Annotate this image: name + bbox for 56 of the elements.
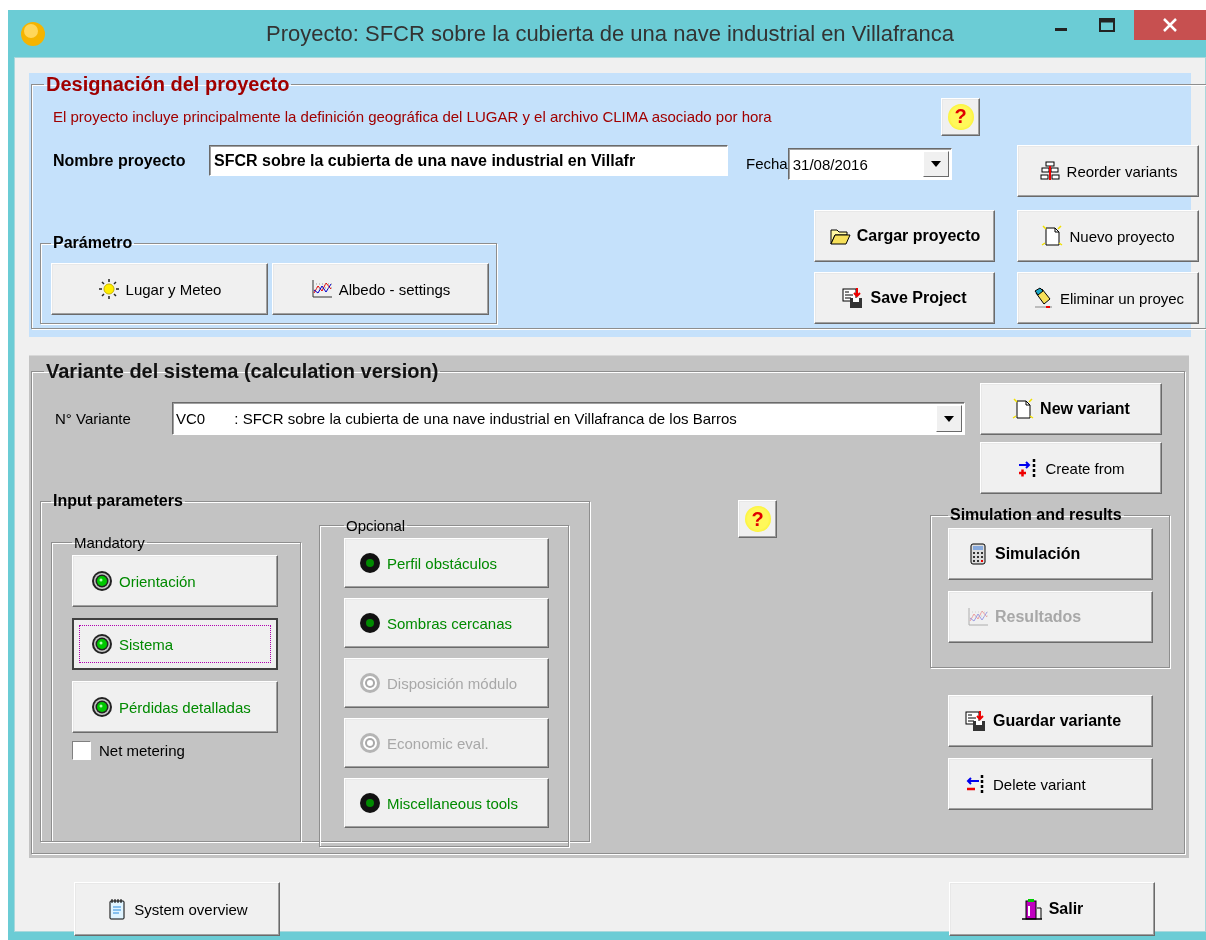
new-page-icon xyxy=(1012,398,1035,420)
help-button[interactable]: ? xyxy=(738,500,777,538)
description-text: El proyecto incluye principalmente la definición geográfica del LUGAR y el archivo CLIMA asociado por hora xyxy=(52,108,773,125)
variant-dropdown[interactable]: VC0 : SFCR sobre la cubierta de una nave industrial en Villafranca de los Barros xyxy=(172,402,965,435)
checkbox[interactable] xyxy=(72,741,91,760)
delete-project-button[interactable]: Eliminar un proyec xyxy=(1017,272,1199,324)
field-label: Nombre proyecto xyxy=(52,150,187,171)
parameter-button[interactable]: Perfil obstáculos xyxy=(344,538,549,588)
field-label: N° Variante xyxy=(54,409,132,429)
close-icon xyxy=(1162,17,1178,33)
group-title: Designación del proyecto xyxy=(45,73,291,96)
load-project-button[interactable]: Cargar proyecto xyxy=(814,210,995,262)
save-project-button[interactable]: Save Project xyxy=(814,272,995,324)
group-title: Mandatory xyxy=(73,534,146,551)
reorder-variants-button[interactable]: Reorder variants xyxy=(1017,145,1199,197)
dropdown-arrow-icon xyxy=(930,161,941,167)
minimize-icon xyxy=(1055,27,1067,31)
group-title: Parámetro xyxy=(52,234,134,252)
save-disk-icon xyxy=(842,287,865,309)
chart-icon xyxy=(967,606,989,628)
save-disk-icon xyxy=(965,710,987,732)
maximize-icon xyxy=(1098,17,1116,33)
checkbox-label: Net metering xyxy=(99,742,185,759)
parameter-button[interactable]: Orientación xyxy=(72,555,278,607)
help-button[interactable]: ? xyxy=(941,97,980,136)
exit-door-icon xyxy=(1020,898,1043,920)
albedo-settings-button[interactable]: Albedo - settings xyxy=(272,263,489,315)
new-page-icon xyxy=(1041,225,1064,247)
group-title: Opcional xyxy=(345,517,407,534)
parameter-button[interactable]: Sombras cercanas xyxy=(344,598,549,648)
new-variant-button[interactable]: New variant xyxy=(980,383,1162,435)
sun-icon xyxy=(97,278,120,300)
parameter-button[interactable]: Miscellaneous tools xyxy=(344,778,549,828)
delete-variant-button[interactable]: Delete variant xyxy=(948,758,1153,810)
exit-button[interactable]: Salir xyxy=(949,882,1155,936)
project-name-field[interactable]: SFCR sobre la cubierta de una nave industrial en Villafr xyxy=(209,145,728,176)
location-weather-button[interactable]: Lugar y Meteo xyxy=(51,263,268,315)
simulation-button[interactable]: Simulación xyxy=(948,528,1153,580)
create-from-button[interactable]: Create from xyxy=(980,442,1162,494)
date-dropdown[interactable]: 31/08/2016 xyxy=(787,148,952,180)
dropdown-arrow-icon xyxy=(944,415,954,422)
group-title: Variante del sistema (calculation version) xyxy=(45,360,440,383)
save-variant-button[interactable]: Guardar variante xyxy=(948,695,1153,747)
group-title: Simulation and results xyxy=(949,506,1123,524)
window-title: Proyecto: SFCR sobre la cubierta de una nave industrial en Villafranca xyxy=(265,20,955,46)
app-icon xyxy=(20,20,46,47)
field-label: Fecha xyxy=(746,153,788,174)
parameter-button[interactable]: Pérdidas detalladas xyxy=(72,681,278,733)
close-button[interactable] xyxy=(1134,10,1206,40)
calculator-icon xyxy=(967,543,989,565)
system-overview-button[interactable]: System overview xyxy=(74,882,280,936)
chart-icon xyxy=(310,278,333,300)
stack-icon xyxy=(1038,160,1061,182)
parameter-button[interactable]: Sistema xyxy=(72,618,278,670)
new-project-button[interactable]: Nuevo proyecto xyxy=(1017,210,1199,262)
group-title: Input parameters xyxy=(52,492,184,510)
